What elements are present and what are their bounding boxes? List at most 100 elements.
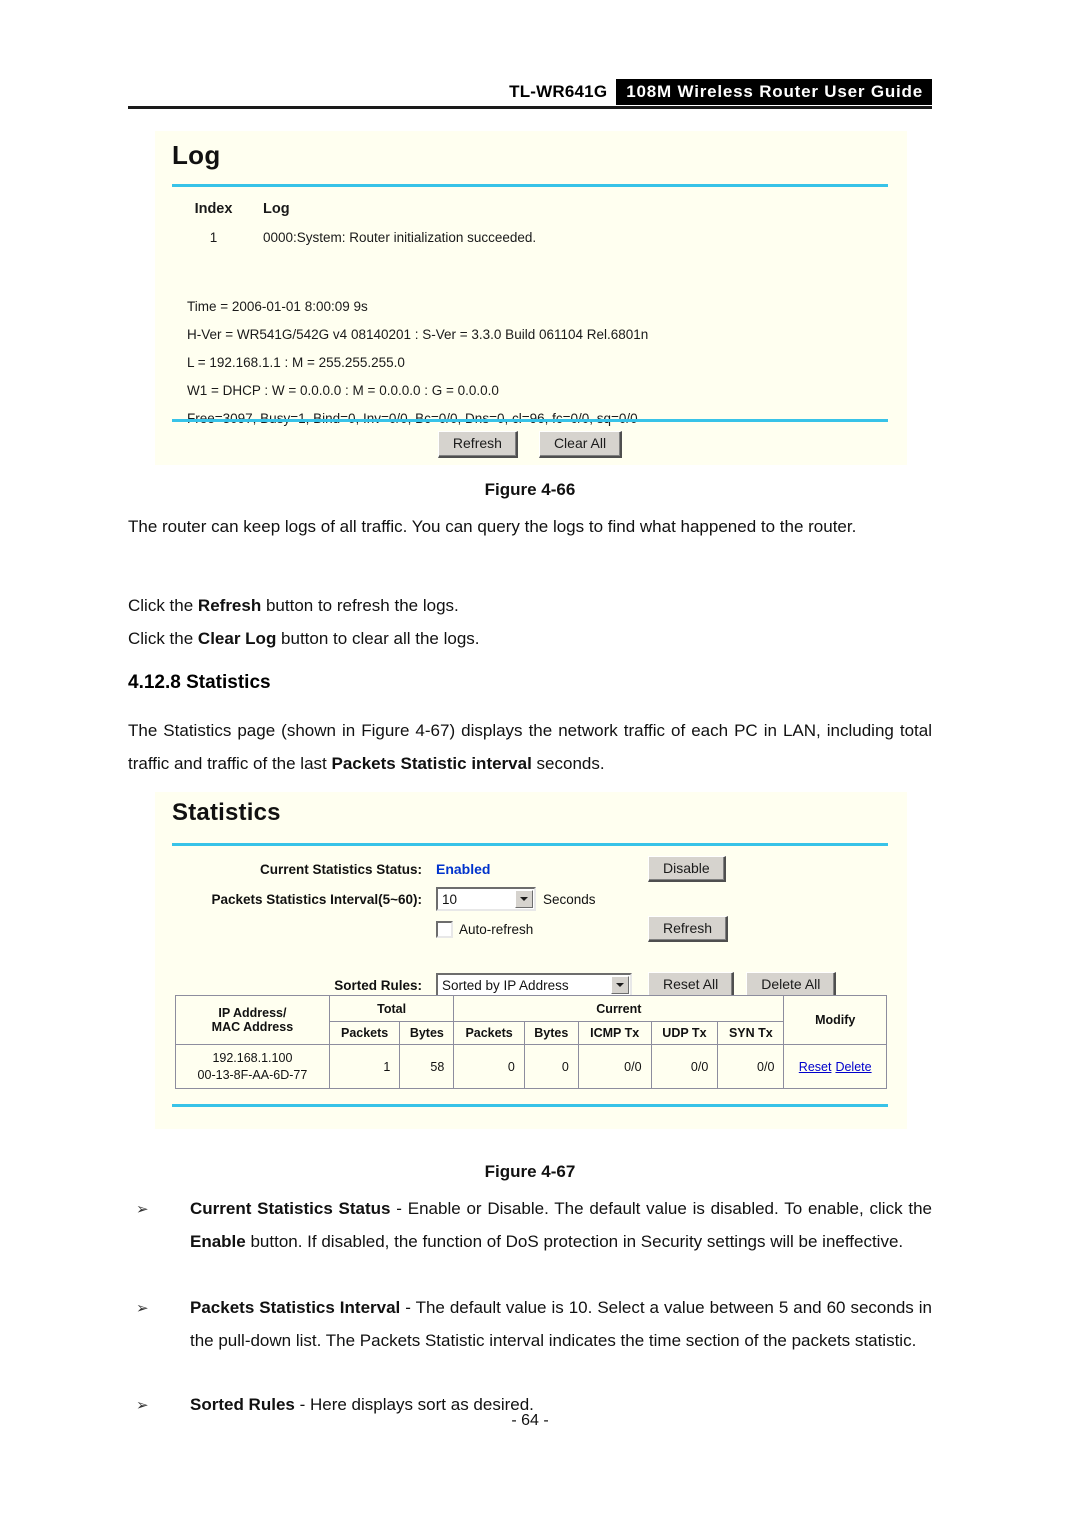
statistics-table-group-header-row: IP Address/ MAC Address Total Current Mo… <box>175 995 887 1045</box>
log-column-log: Log <box>263 201 290 217</box>
bullet-packets-statistics-interval: ➢ Packets Statistics Interval - The defa… <box>128 1291 932 1357</box>
disable-button[interactable]: Disable <box>648 855 726 883</box>
table-row: 192.168.1.100 00-13-8F-AA-6D-77 1 58 0 0… <box>175 1044 887 1089</box>
statistics-refresh-button[interactable]: Refresh <box>648 915 729 943</box>
arrow-bullet-icon: ➢ <box>136 1201 149 1218</box>
current-statistics-status-label: Current Statistics Status: <box>259 861 422 877</box>
bullet-0-bold2: Enable <box>190 1232 246 1251</box>
log-detail-time: Time = 2006-01-01 8:00:09 9s <box>187 299 368 314</box>
log-refresh-button[interactable]: Refresh <box>437 431 518 458</box>
log-row-message: 0000:System: Router initialization succe… <box>263 230 537 245</box>
packets-interval-select[interactable]: 10 <box>436 887 536 911</box>
bullet-current-statistics-status: ➢ Current Statistics Status - Enable or … <box>128 1192 932 1258</box>
auto-refresh-button-slot: Refresh <box>626 915 729 943</box>
current-statistics-status-row: Current Statistics Status: Enabled Disab… <box>172 854 888 884</box>
log-refresh-instruction: Click the Refresh button to refresh the … <box>128 589 932 622</box>
log-refresh-instruction-pre: Click the <box>128 596 198 615</box>
log-clear-instruction: Click the Clear Log button to clear all … <box>128 622 932 655</box>
log-panel-buttons: Refresh Clear All <box>172 431 888 458</box>
header-icmp-tx: ICMP Tx <box>577 1021 652 1045</box>
page-number: - 64 - <box>511 1412 549 1429</box>
bullet-0-rest: - Enable or Disable. The default value i… <box>390 1199 932 1218</box>
row-reset-link[interactable]: Reset <box>799 1060 832 1074</box>
packets-interval-label: Packets Statistics Interval(5~60): <box>211 891 422 907</box>
spacer-row <box>172 944 888 970</box>
packets-interval-row: Packets Statistics Interval(5~60): 10 Se… <box>172 884 888 914</box>
statistics-screenshot-panel: Statistics Current Statistics Status: En… <box>155 792 907 1129</box>
log-detail-lan: L = 192.168.1.1 : M = 255.255.255.0 <box>187 355 405 370</box>
sorted-rules-select[interactable]: Sorted by IP Address <box>436 973 632 997</box>
bullet-current-statistics-status-text: Current Statistics Status - Enable or Di… <box>128 1192 932 1258</box>
header-current-packets: Packets <box>453 1021 525 1045</box>
header-ip-address-line: IP Address/ <box>218 1006 287 1020</box>
log-detail-lines: Time = 2006-01-01 8:00:09 9s H-Ver = WR5… <box>187 299 887 439</box>
cell-current-packets: 0 <box>453 1044 525 1089</box>
log-detail-wan: W1 = DHCP : W = 0.0.0.0 : M = 0.0.0.0 : … <box>187 383 499 398</box>
section-heading-number: 4.12.8 <box>128 672 181 693</box>
log-refresh-instruction-bold: Refresh <box>197 596 262 615</box>
auto-refresh-label: Auto-refresh <box>459 921 534 937</box>
log-clear-instruction-bold: Clear Log <box>197 629 277 648</box>
cell-mac-address: 00-13-8F-AA-6D-77 <box>197 1067 308 1082</box>
section-heading-statistics: 4.12.8 Statistics <box>128 672 271 694</box>
status-badge: Enabled <box>436 861 491 877</box>
cell-ip-address: 192.168.1.100 <box>212 1050 293 1065</box>
statistics-table: IP Address/ MAC Address Total Current Mo… <box>175 995 887 1089</box>
cell-total-bytes: 58 <box>399 1044 455 1089</box>
user-guide-title-band: 108M Wireless Router User Guide <box>616 78 932 106</box>
auto-refresh-checkbox[interactable] <box>436 920 453 938</box>
chevron-down-icon[interactable] <box>515 890 533 908</box>
bullet-0-bold: Current Statistics Status <box>190 1199 391 1218</box>
sorted-rules-value-wrap: Sorted by IP Address <box>436 973 636 997</box>
sorted-rules-selected-value: Sorted by IP Address <box>442 977 569 993</box>
section-heading-title: Statistics <box>186 672 271 693</box>
statistics-intro-figure-ref: Figure 4-67 <box>361 721 450 740</box>
header-group-current: Current <box>453 995 785 1022</box>
cell-icmp-tx: 0/0 <box>577 1044 652 1089</box>
header-current-bytes: Bytes <box>523 1021 579 1045</box>
log-table-header-row: Index Log <box>172 201 888 230</box>
header-divider-rule <box>128 106 932 109</box>
auto-refresh-value-wrap: Auto-refresh <box>436 920 626 938</box>
log-detail-versions: H-Ver = WR541G/542G v4 08140201 : S-Ver … <box>187 327 649 342</box>
log-refresh-instruction-post: button to refresh the logs. <box>261 596 459 615</box>
figure-4-67-caption: Figure 4-67 <box>484 1162 576 1181</box>
log-column-index: Index <box>194 201 233 217</box>
page-header: TL-WR641G 108M Wireless Router User Guid… <box>128 78 932 110</box>
status-button-slot: Disable <box>626 855 726 883</box>
auto-refresh-row: Auto-refresh Refresh <box>172 914 888 944</box>
packets-interval-selected-value: 10 <box>442 891 458 907</box>
statistics-panel-top-rule <box>172 843 888 846</box>
log-panel-bottom-rule <box>172 419 888 422</box>
row-delete-link[interactable]: Delete <box>835 1060 871 1074</box>
statistics-table-head: IP Address/ MAC Address Total Current Mo… <box>175 995 887 1045</box>
log-panel-top-rule <box>172 184 888 187</box>
cell-total-packets: 1 <box>328 1044 401 1089</box>
log-panel-title: Log <box>172 140 221 170</box>
statistics-form: Current Statistics Status: Enabled Disab… <box>172 854 888 1000</box>
log-description-paragraph: The router can keep logs of all traffic.… <box>128 517 857 536</box>
header-mac-address-line: MAC Address <box>211 1020 294 1034</box>
current-statistics-status-value-wrap: Enabled <box>436 861 626 877</box>
header-udp-tx: UDP Tx <box>650 1021 719 1045</box>
header-group-total: Total <box>328 995 455 1022</box>
chevron-down-icon[interactable] <box>611 976 629 994</box>
log-clear-all-button[interactable]: Clear All <box>538 431 623 458</box>
statistics-intro-bold: Packets Statistic interval <box>331 754 532 773</box>
cell-syn-tx: 0/0 <box>717 1044 785 1089</box>
packets-interval-value-wrap: 10 Seconds <box>436 887 626 911</box>
cell-udp-tx: 0/0 <box>650 1044 719 1089</box>
log-row-index: 1 <box>209 230 218 245</box>
auto-refresh-checkbox-wrap[interactable]: Auto-refresh <box>436 920 534 938</box>
header-title-row: TL-WR641G 108M Wireless Router User Guid… <box>128 78 932 106</box>
bullet-0-rest2: button. If disabled, the function of DoS… <box>245 1232 904 1251</box>
router-model-name: TL-WR641G <box>509 82 608 101</box>
bullet-1-bold: Packets Statistics Interval <box>190 1298 401 1317</box>
packets-interval-unit: Seconds <box>543 891 596 907</box>
header-syn-tx: SYN Tx <box>717 1021 785 1045</box>
header-ip-mac: IP Address/ MAC Address <box>175 995 330 1045</box>
header-total-packets: Packets <box>328 1021 401 1045</box>
statistics-intro-paragraph: The Statistics page (shown in Figure 4-6… <box>128 714 932 780</box>
statistics-table-body: 192.168.1.100 00-13-8F-AA-6D-77 1 58 0 0… <box>175 1044 887 1089</box>
log-clear-instruction-post: button to clear all the logs. <box>276 629 480 648</box>
